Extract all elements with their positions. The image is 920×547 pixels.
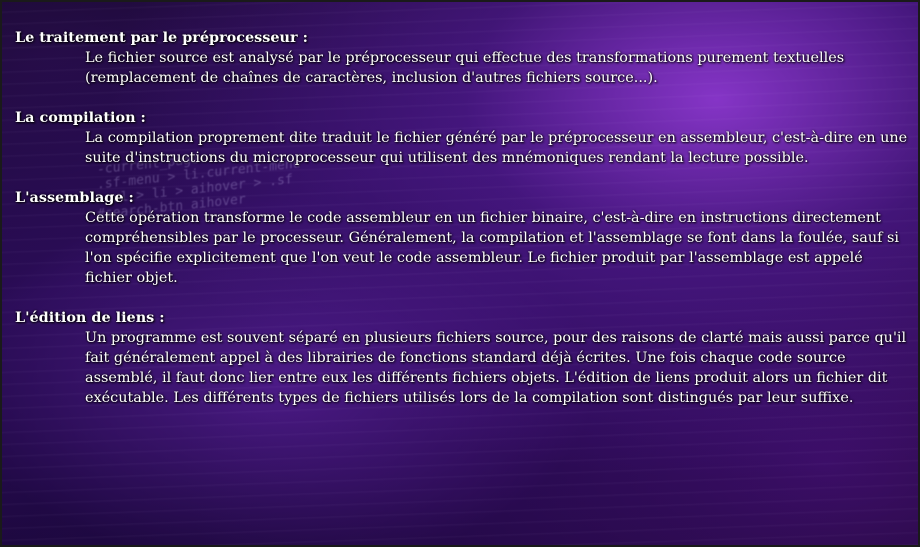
section-assembly: L'assemblage : Cette opération transform… (15, 188, 910, 288)
section-preprocessor: Le traitement par le préprocesseur : Le … (15, 28, 910, 88)
compilation-steps-text: Le traitement par le préprocesseur : Le … (15, 28, 910, 428)
section-heading: L'assemblage : (15, 189, 134, 206)
section-heading: L'édition de liens : (15, 309, 165, 326)
section-text: Cette opération transforme le code assem… (85, 210, 899, 286)
section-text: La compilation proprement dite traduit l… (85, 130, 908, 166)
section-compilation: La compilation : La compilation propreme… (15, 108, 910, 168)
section-linking: L'édition de liens : Un programme est so… (15, 308, 910, 408)
section-text: Le fichier source est analysé par le pré… (85, 50, 845, 86)
section-heading: Le traitement par le préprocesseur : (15, 29, 308, 46)
section-heading: La compilation : (15, 109, 146, 126)
section-text: Un programme est souvent séparé en plusi… (85, 330, 907, 406)
code-background-frame: -current_page .sf-menu > li.current-menu… (0, 0, 920, 547)
